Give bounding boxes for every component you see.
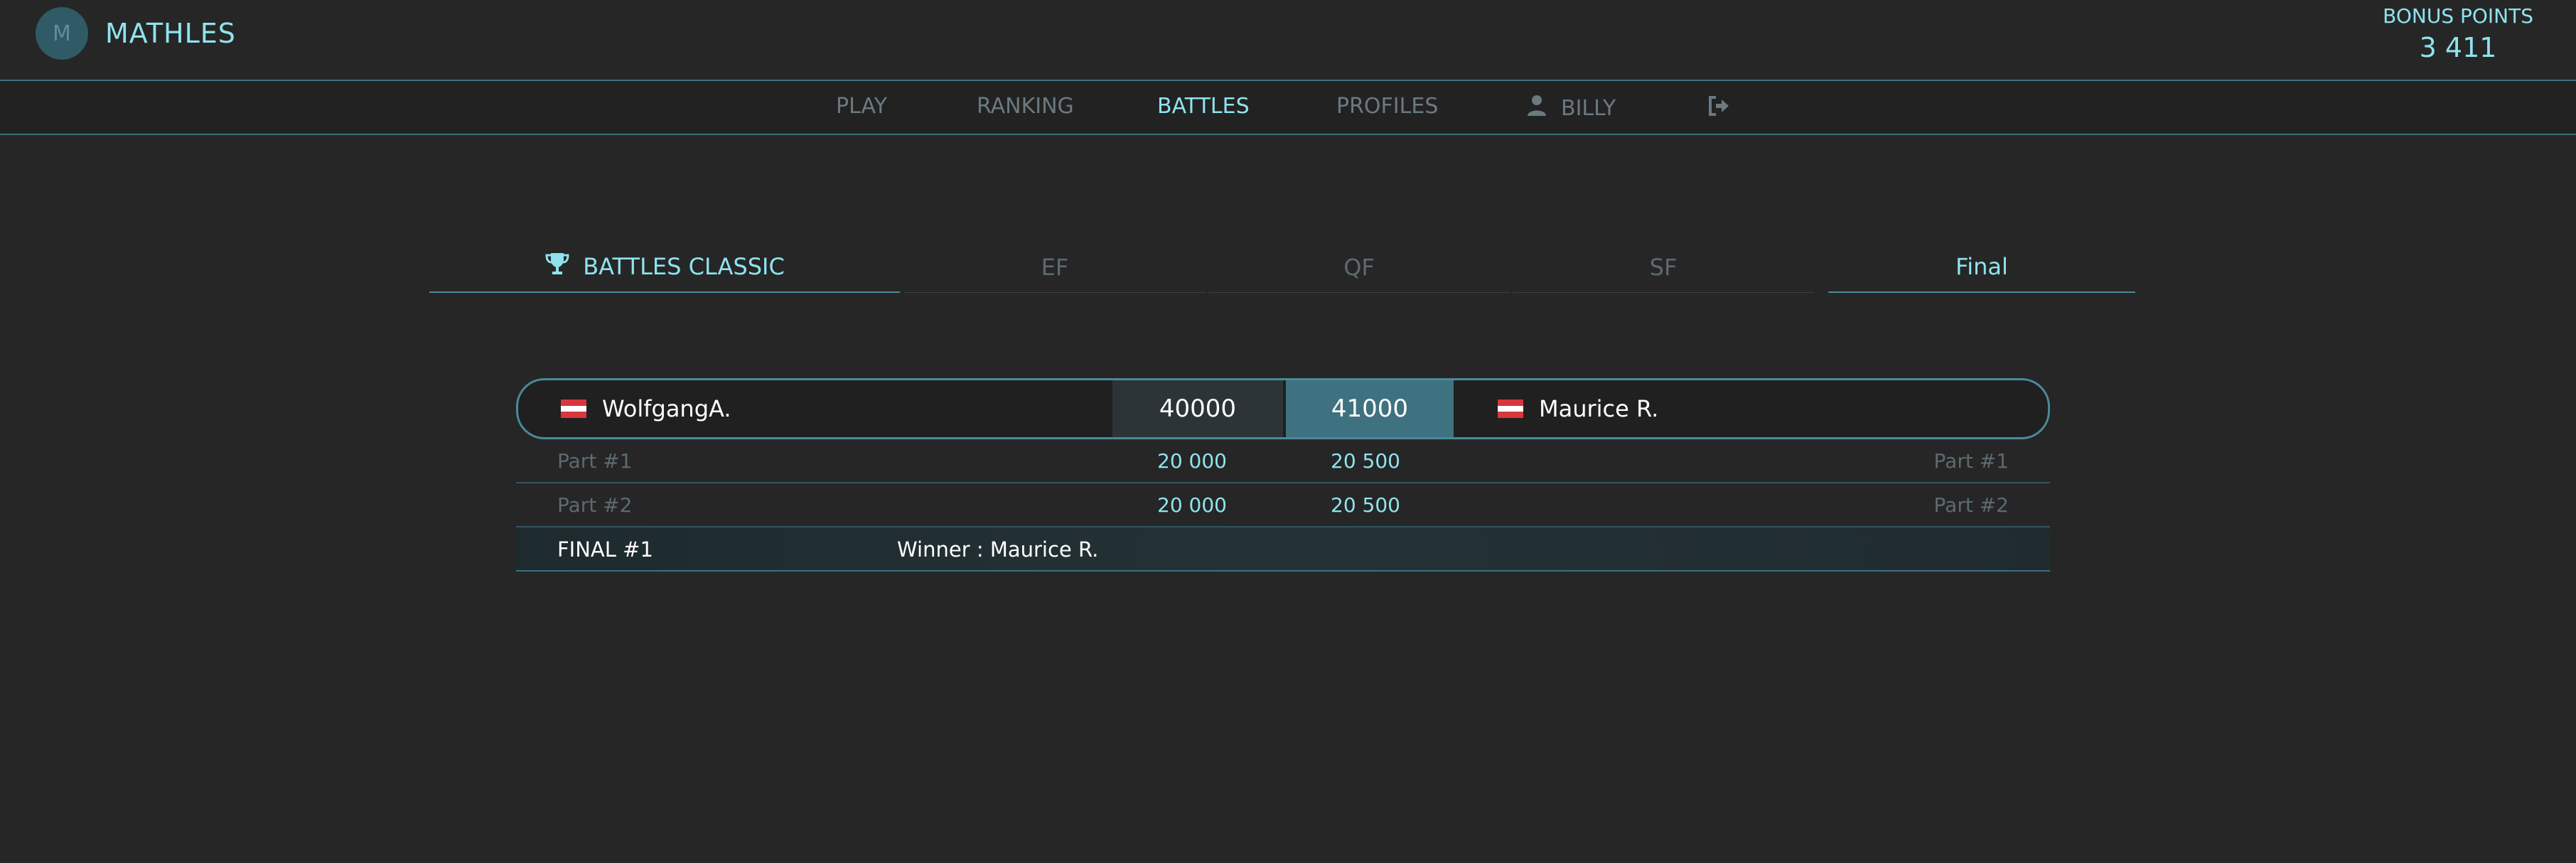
logout-button[interactable] xyxy=(1707,95,1730,122)
part-score-left: 20 000 xyxy=(1157,493,1227,517)
tab-qf-label: QF xyxy=(1343,253,1375,281)
trophy-icon xyxy=(544,251,570,282)
tab-sf-label: SF xyxy=(1649,253,1678,281)
austria-flag-icon xyxy=(1498,400,1523,419)
tab-battles-classic-label: BATTLES CLASSIC xyxy=(583,253,785,280)
tab-battles-classic[interactable]: BATTLES CLASSIC xyxy=(429,242,900,293)
nav-user[interactable]: BILLY xyxy=(1527,94,1616,122)
nav-profiles[interactable]: PROFILES xyxy=(1336,94,1438,119)
part-score-right: 20 500 xyxy=(1331,493,1400,517)
nav-battles-label: BATTLES xyxy=(1157,94,1250,119)
tab-qf[interactable]: QF xyxy=(1208,242,1510,293)
part-row: Part #2 20 000 20 500 Part #2 xyxy=(516,485,2050,527)
nav-battles[interactable]: BATTLES xyxy=(1157,94,1250,119)
app-logo: M xyxy=(36,7,88,60)
nav-ranking[interactable]: RANKING xyxy=(977,94,1074,119)
round-tabs: BATTLES CLASSIC EF QF SF Final xyxy=(429,242,2135,293)
tab-sf[interactable]: SF xyxy=(1513,242,1814,293)
part-row: Part #1 20 000 20 500 Part #1 xyxy=(516,441,2050,483)
part-label-left: Part #1 xyxy=(557,449,633,473)
bonus-points-label: BONUS POINTS xyxy=(2383,4,2533,28)
part-label-right: Part #1 xyxy=(1933,449,2009,473)
app-title: MATHLES xyxy=(105,18,236,49)
tab-final-label: Final xyxy=(1955,253,2008,280)
main-nav: PLAY RANKING BATTLES PROFILES BILLY xyxy=(0,80,2576,135)
logo-glyph: M xyxy=(53,21,71,46)
part-score-right: 20 500 xyxy=(1331,449,1400,473)
left-player-name: WolfgangA. xyxy=(602,395,731,422)
logout-icon xyxy=(1707,95,1730,122)
right-player[interactable]: Maurice R. xyxy=(1498,380,1658,437)
nav-play-label: PLAY xyxy=(836,94,888,119)
nav-ranking-label: RANKING xyxy=(977,94,1074,119)
left-player[interactable]: WolfgangA. xyxy=(561,380,731,437)
app-header: M MATHLES BONUS POINTS 3 411 xyxy=(0,0,2576,80)
bonus-points-value: 3 411 xyxy=(2419,32,2497,63)
winner-text: Winner : Maurice R. xyxy=(897,537,1099,562)
final-label: FINAL #1 xyxy=(557,537,653,562)
nav-profiles-label: PROFILES xyxy=(1336,94,1439,119)
right-player-name: Maurice R. xyxy=(1539,395,1659,422)
part-label-right: Part #2 xyxy=(1933,493,2009,517)
tab-ef-label: EF xyxy=(1041,253,1069,281)
nav-play[interactable]: PLAY xyxy=(836,94,887,119)
tab-ef[interactable]: EF xyxy=(904,242,1206,293)
right-total-score: 41000 xyxy=(1286,380,1454,437)
brand[interactable]: M MATHLES xyxy=(36,7,236,60)
part-score-left: 20 000 xyxy=(1157,449,1227,473)
left-total-score: 40000 xyxy=(1112,380,1283,437)
austria-flag-icon xyxy=(561,400,586,419)
match-card[interactable]: WolfgangA. 40000 41000 Maurice R. xyxy=(516,378,2050,439)
final-summary-row: FINAL #1 Winner : Maurice R. xyxy=(516,527,2050,572)
part-label-left: Part #2 xyxy=(557,493,633,517)
bonus-points: BONUS POINTS 3 411 xyxy=(2383,4,2533,63)
nav-user-label: BILLY xyxy=(1561,95,1616,121)
user-icon xyxy=(1527,94,1547,122)
tab-final[interactable]: Final xyxy=(1828,242,2135,293)
